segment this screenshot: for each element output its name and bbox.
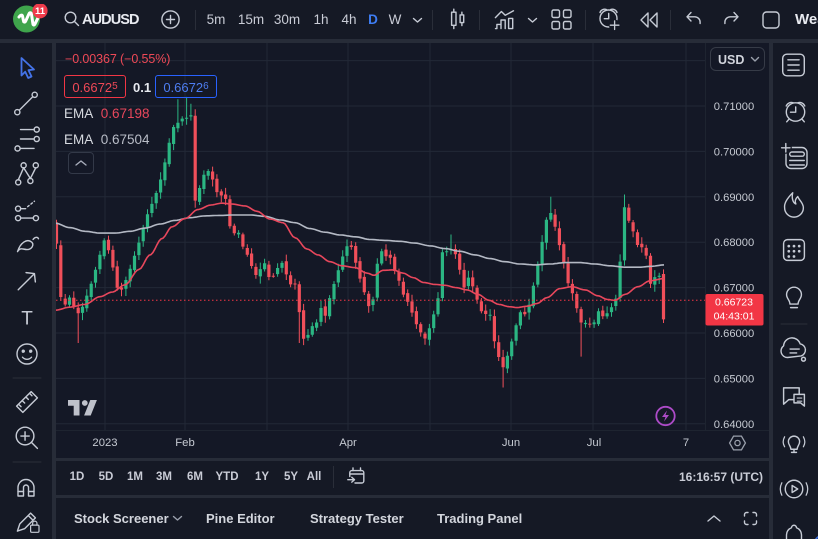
svg-text:0.65000: 0.65000 bbox=[714, 373, 754, 385]
svg-text:Jul: Jul bbox=[587, 437, 601, 449]
svg-text:7: 7 bbox=[683, 437, 689, 449]
svg-text:Jun: Jun bbox=[502, 437, 520, 449]
svg-text:Apr: Apr bbox=[339, 437, 357, 449]
svg-text:11: 11 bbox=[35, 6, 46, 17]
svg-text:0.69000: 0.69000 bbox=[714, 192, 754, 204]
svg-text:0.70000: 0.70000 bbox=[714, 146, 754, 158]
svg-text:2023: 2023 bbox=[92, 437, 117, 449]
svg-text:0.64000: 0.64000 bbox=[714, 419, 754, 431]
svg-text:0.68000: 0.68000 bbox=[714, 237, 754, 249]
svg-text:T: T bbox=[21, 309, 33, 330]
svg-text:Feb: Feb bbox=[175, 437, 194, 449]
svg-text:0.71000: 0.71000 bbox=[714, 101, 754, 113]
svg-text:0.66723: 0.66723 bbox=[715, 297, 753, 309]
svg-text:0.66000: 0.66000 bbox=[714, 328, 754, 340]
svg-text:04:43:01: 04:43:01 bbox=[714, 311, 755, 323]
svg-text:0.67000: 0.67000 bbox=[714, 283, 754, 295]
